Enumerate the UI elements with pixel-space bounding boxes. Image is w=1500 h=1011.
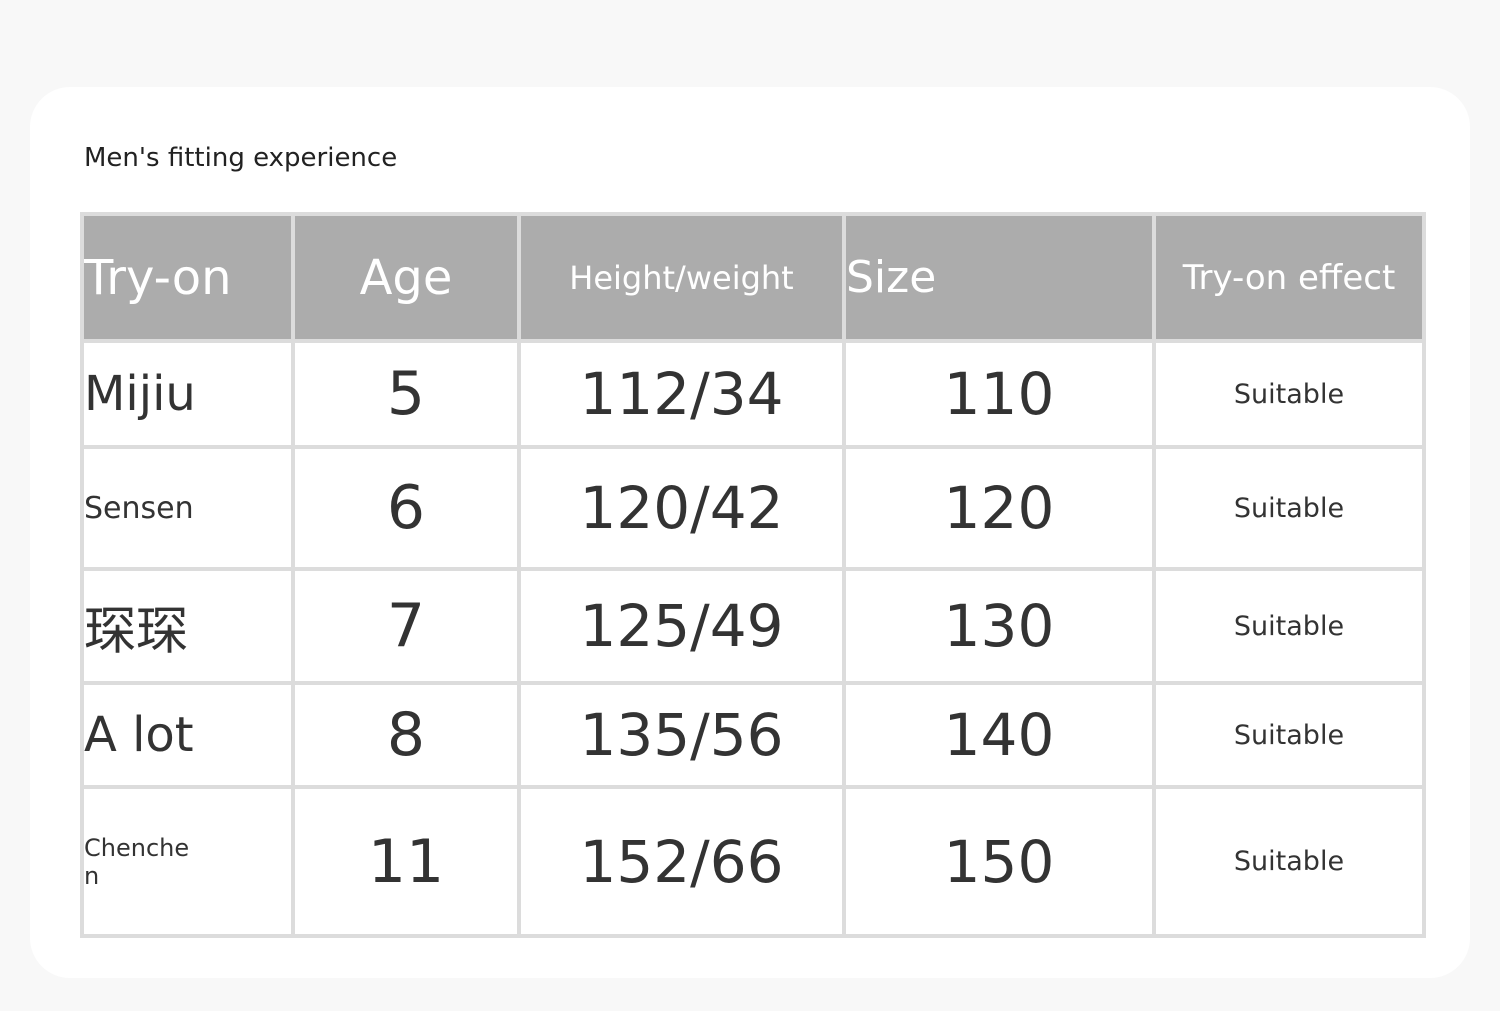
- header-size: Size: [842, 212, 1156, 343]
- cell-name: A lot: [80, 681, 295, 789]
- name-text: A lot: [84, 707, 194, 763]
- cell-size: 130: [842, 567, 1156, 685]
- cell-name: Chenchen: [80, 785, 295, 938]
- table-row: Chenchen 11 152/66 150 Suitable: [80, 785, 1426, 938]
- cell-age: 8: [291, 681, 521, 789]
- cell-height-weight: 135/56: [517, 681, 846, 789]
- cell-name: Sensen: [80, 445, 295, 571]
- name-text: Mijiu: [84, 366, 196, 422]
- header-age: Age: [291, 212, 521, 343]
- cell-effect: Suitable: [1152, 785, 1426, 938]
- fitting-table: Try-on Age Height/weight Size Try-on eff…: [80, 212, 1426, 938]
- cell-name: 琛琛: [80, 567, 295, 685]
- cell-effect: Suitable: [1152, 567, 1426, 685]
- cell-age: 11: [291, 785, 521, 938]
- table-row: 琛琛 7 125/49 130 Suitable: [80, 567, 1426, 685]
- cell-height-weight: 125/49: [517, 567, 846, 685]
- header-tryon-effect: Try-on effect: [1152, 212, 1426, 343]
- header-tryon: Try-on: [80, 212, 295, 343]
- name-text: Chenchen: [84, 833, 190, 890]
- cell-height-weight: 112/34: [517, 339, 846, 449]
- cell-age: 6: [291, 445, 521, 571]
- table-row: Sensen 6 120/42 120 Suitable: [80, 445, 1426, 571]
- cell-size: 150: [842, 785, 1156, 938]
- cell-size: 140: [842, 681, 1156, 789]
- cell-effect: Suitable: [1152, 339, 1426, 449]
- cell-age: 5: [291, 339, 521, 449]
- name-text: 琛琛: [84, 601, 189, 662]
- cell-height-weight: 152/66: [517, 785, 846, 938]
- table-row: Mijiu 5 112/34 110 Suitable: [80, 339, 1426, 449]
- name-text: Sensen: [84, 490, 194, 526]
- cell-age: 7: [291, 567, 521, 685]
- page-title: Men's fitting experience: [84, 143, 398, 173]
- header-height-weight: Height/weight: [517, 212, 846, 343]
- cell-name: Mijiu: [80, 339, 295, 449]
- table-header-row: Try-on Age Height/weight Size Try-on eff…: [80, 212, 1426, 343]
- cell-size: 110: [842, 339, 1156, 449]
- cell-effect: Suitable: [1152, 445, 1426, 571]
- cell-effect: Suitable: [1152, 681, 1426, 789]
- cell-height-weight: 120/42: [517, 445, 846, 571]
- table-row: A lot 8 135/56 140 Suitable: [80, 681, 1426, 789]
- cell-size: 120: [842, 445, 1156, 571]
